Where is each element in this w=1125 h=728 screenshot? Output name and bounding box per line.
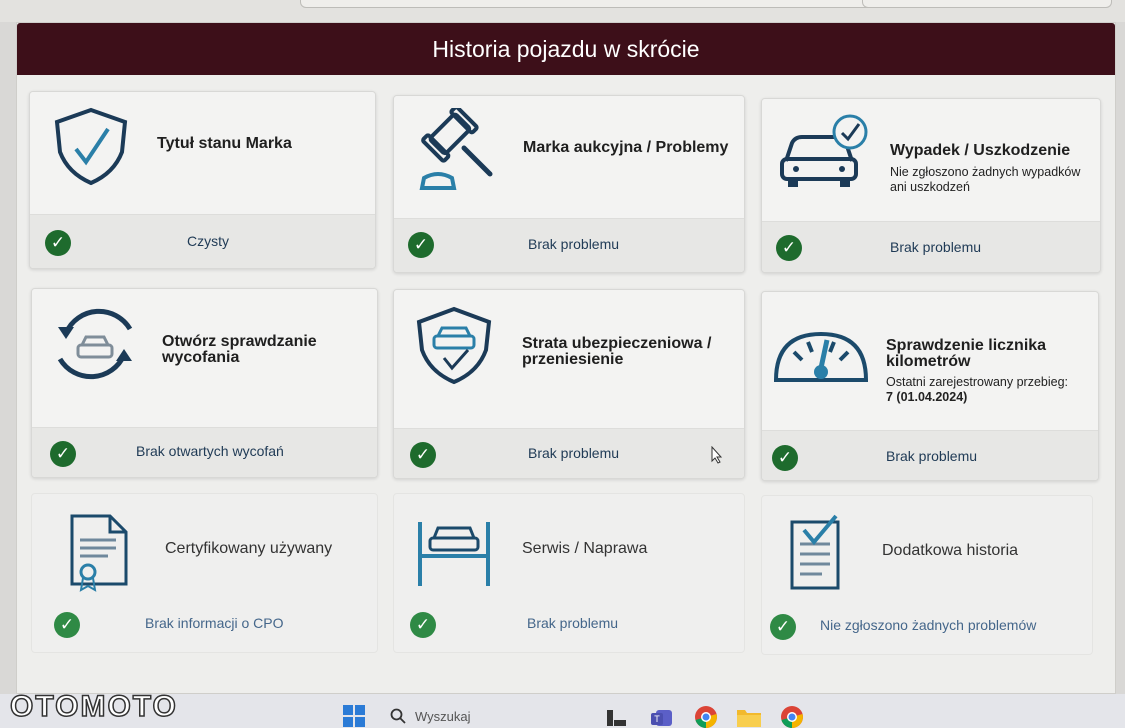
card-title-line1: Sprawdzenie licznika — [886, 337, 1047, 354]
card-title: Dodatkowa historia — [882, 542, 1019, 559]
card-status: Nie zgłoszono żadnych problemów — [820, 617, 1037, 633]
svg-text:T: T — [654, 714, 660, 724]
mouse-cursor-icon — [711, 446, 723, 464]
tab-fragment — [300, 0, 900, 8]
check-icon: ✓ — [772, 445, 798, 471]
gavel-icon — [419, 108, 493, 190]
search-icon[interactable] — [390, 708, 406, 724]
document-check-icon — [790, 514, 840, 590]
card-title-line2: przeniesienie — [522, 351, 624, 368]
check-icon: ✓ — [45, 230, 71, 256]
windows-start-icon[interactable] — [342, 704, 366, 728]
task-view-icon[interactable] — [606, 708, 628, 728]
card-certified-used: Certyfikowany używany ✓ Brak informacji … — [31, 493, 378, 653]
car-check-icon — [780, 114, 868, 187]
check-icon: ✓ — [776, 235, 802, 261]
card-status: Brak problemu — [527, 615, 619, 631]
card-title: Wypadek / Uszkodzenie — [890, 142, 1071, 159]
card-recall-check: Otwórz sprawdzanie wycofania ✓ Brak otwa… — [31, 288, 378, 478]
card-accident-damage: Wypadek / Uszkodzenie Nie zgłoszono żadn… — [761, 98, 1101, 273]
browser-top-strip — [0, 0, 1125, 22]
check-icon: ✓ — [770, 614, 796, 640]
car-cycle-icon — [57, 308, 133, 380]
chrome-icon[interactable] — [780, 705, 804, 728]
card-subtitle-line2: ani uszkodzeń — [890, 180, 970, 194]
shield-car-icon — [416, 306, 492, 385]
check-icon: ✓ — [408, 232, 434, 258]
card-odometer-check: Sprawdzenie licznika kilometrów Ostatni … — [761, 291, 1099, 481]
shield-check-icon — [54, 107, 128, 186]
banner-title: Historia pojazdu w skrócie — [17, 23, 1115, 75]
check-icon: ✓ — [410, 442, 436, 468]
card-status: Brak otwartych wycofań — [136, 443, 284, 459]
card-subtitle-line1: Ostatni zarejestrowany przebieg: — [886, 375, 1069, 389]
card-status: Brak problemu — [528, 236, 620, 252]
card-service-repair: Serwis / Naprawa ✓ Brak problemu — [393, 493, 745, 653]
card-title-line1: Otwórz sprawdzanie — [162, 333, 317, 350]
check-icon: ✓ — [54, 612, 80, 638]
card-subtitle-line1: Nie zgłoszono żadnych wypadków — [890, 165, 1081, 179]
teams-icon[interactable]: T — [650, 706, 674, 728]
card-title-line2: wycofania — [162, 349, 240, 366]
card-title-status: Tytuł stanu Marka ✓ Czysty — [29, 91, 376, 269]
vehicle-history-panel: Historia pojazdu w skrócie Tytuł stanu M… — [16, 22, 1116, 694]
card-title: Marka aukcyjna / Problemy — [523, 139, 729, 156]
taskbar-search-input[interactable]: Wyszukaj — [415, 709, 471, 724]
card-status: Brak informacji o CPO — [145, 615, 284, 631]
car-lift-icon — [418, 522, 490, 586]
card-auction-brand: Marka aukcyjna / Problemy ✓ Brak problem… — [393, 95, 745, 273]
card-status: Czysty — [187, 233, 229, 249]
certificate-icon — [70, 514, 128, 592]
card-title: Certyfikowany używany — [165, 540, 333, 557]
card-title-line1: Strata ubezpieczeniowa / — [522, 335, 712, 352]
card-title: Serwis / Naprawa — [522, 540, 648, 557]
check-icon: ✓ — [50, 441, 76, 467]
card-title-line2: kilometrów — [886, 353, 971, 370]
card-title: Tytuł stanu Marka — [157, 135, 292, 152]
card-status: Brak problemu — [528, 445, 620, 461]
gauge-icon — [773, 331, 869, 382]
card-subtitle-line2: 7 (01.04.2024) — [886, 390, 968, 404]
card-status: Brak problemu — [886, 448, 978, 464]
file-explorer-icon[interactable] — [736, 706, 762, 728]
card-status: Brak problemu — [890, 239, 982, 255]
tab-fragment — [862, 0, 1112, 8]
watermark-logo: OTOMOTO — [9, 689, 178, 724]
card-additional-history: Dodatkowa historia ✓ Nie zgłoszono żadny… — [761, 495, 1093, 655]
chrome-icon[interactable] — [694, 705, 718, 728]
check-icon: ✓ — [410, 612, 436, 638]
card-insurance-loss: Strata ubezpieczeniowa / przeniesienie ✓… — [393, 289, 745, 479]
